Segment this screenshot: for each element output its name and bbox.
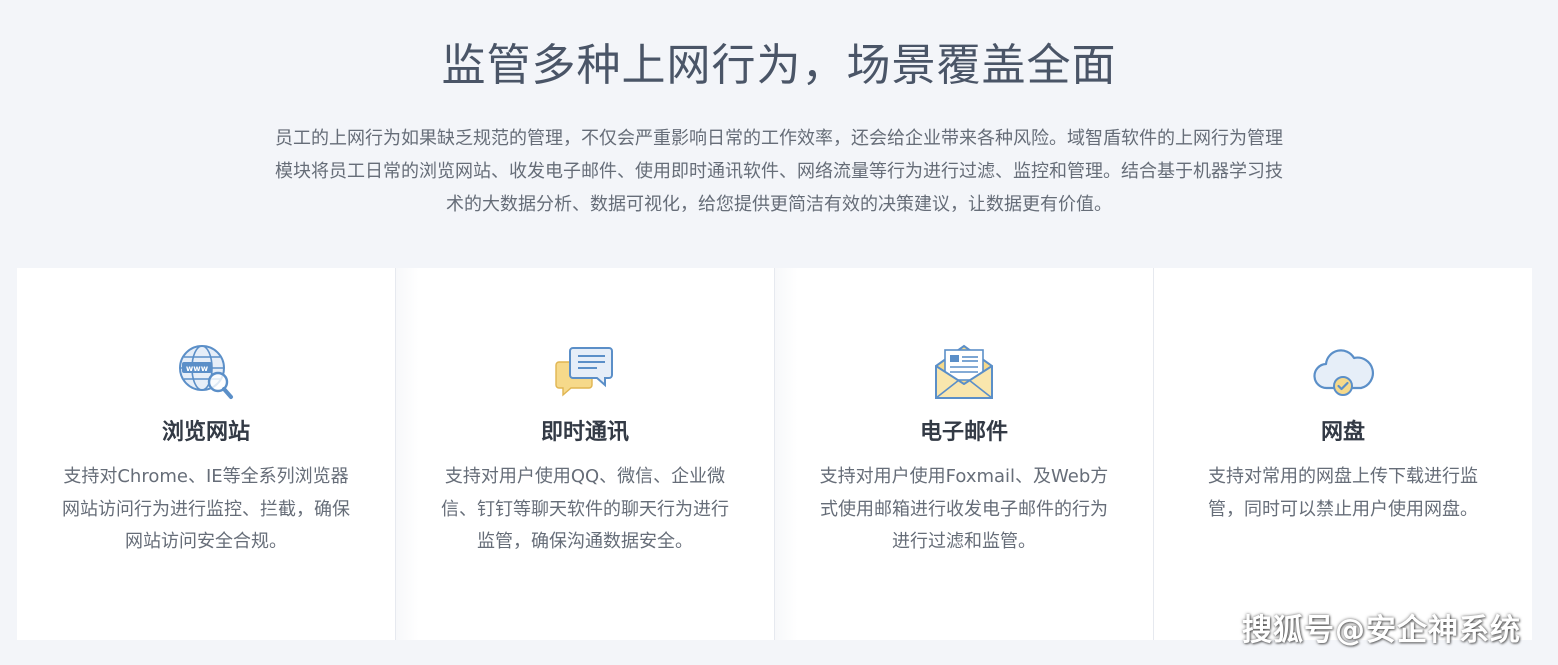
card-description: 支持对常用的网盘上传下载进行监管，同时可以禁止用户使用网盘。 bbox=[1208, 466, 1478, 520]
card-description: 支持对用户使用Foxmail、及Web方式使用邮箱进行收发电子邮件的行为进行过滤… bbox=[819, 466, 1109, 552]
card-title: 电子邮件 bbox=[919, 420, 1008, 445]
feature-card-email: 电子邮件 支持对用户使用Foxmail、及Web方式使用邮箱进行收发电子邮件的行… bbox=[775, 268, 1154, 640]
section-title: 监管多种上网行为，场景覆盖全面 bbox=[441, 40, 1117, 91]
card-title: 浏览网站 bbox=[161, 420, 250, 445]
feature-cards: www 浏览网站 支持对Chrome、IE等全系列浏览器网站访问行为进行监控、拦… bbox=[17, 268, 1532, 640]
card-description: 支持对用户使用QQ、微信、企业微信、钉钉等聊天软件的聊天行为进行监管，确保沟通数… bbox=[441, 466, 729, 552]
globe-search-icon: www bbox=[174, 340, 238, 404]
feature-section: 监管多种上网行为，场景覆盖全面 员工的上网行为如果缺乏规范的管理，不仅会严重影响… bbox=[0, 0, 1558, 665]
card-description: 支持对Chrome、IE等全系列浏览器网站访问行为进行监控、拦截，确保网站访问安… bbox=[62, 466, 350, 552]
card-title: 即时通讯 bbox=[540, 420, 629, 445]
card-title: 网盘 bbox=[1320, 420, 1365, 445]
envelope-icon bbox=[932, 340, 996, 404]
chat-bubbles-icon bbox=[553, 340, 617, 404]
feature-card-browse: www 浏览网站 支持对Chrome、IE等全系列浏览器网站访问行为进行监控、拦… bbox=[17, 268, 396, 640]
feature-card-im: 即时通讯 支持对用户使用QQ、微信、企业微信、钉钉等聊天软件的聊天行为进行监管，… bbox=[396, 268, 775, 640]
cloud-check-icon bbox=[1311, 340, 1375, 404]
watermark: 搜狐号@安企神系统 bbox=[1242, 613, 1521, 648]
feature-card-netdisk: 网盘 支持对常用的网盘上传下载进行监管，同时可以禁止用户使用网盘。 bbox=[1154, 268, 1532, 640]
section-description: 员工的上网行为如果缺乏规范的管理，不仅会严重影响日常的工作效率，还会给企业带来各… bbox=[275, 128, 1283, 215]
svg-text:www: www bbox=[186, 364, 209, 373]
